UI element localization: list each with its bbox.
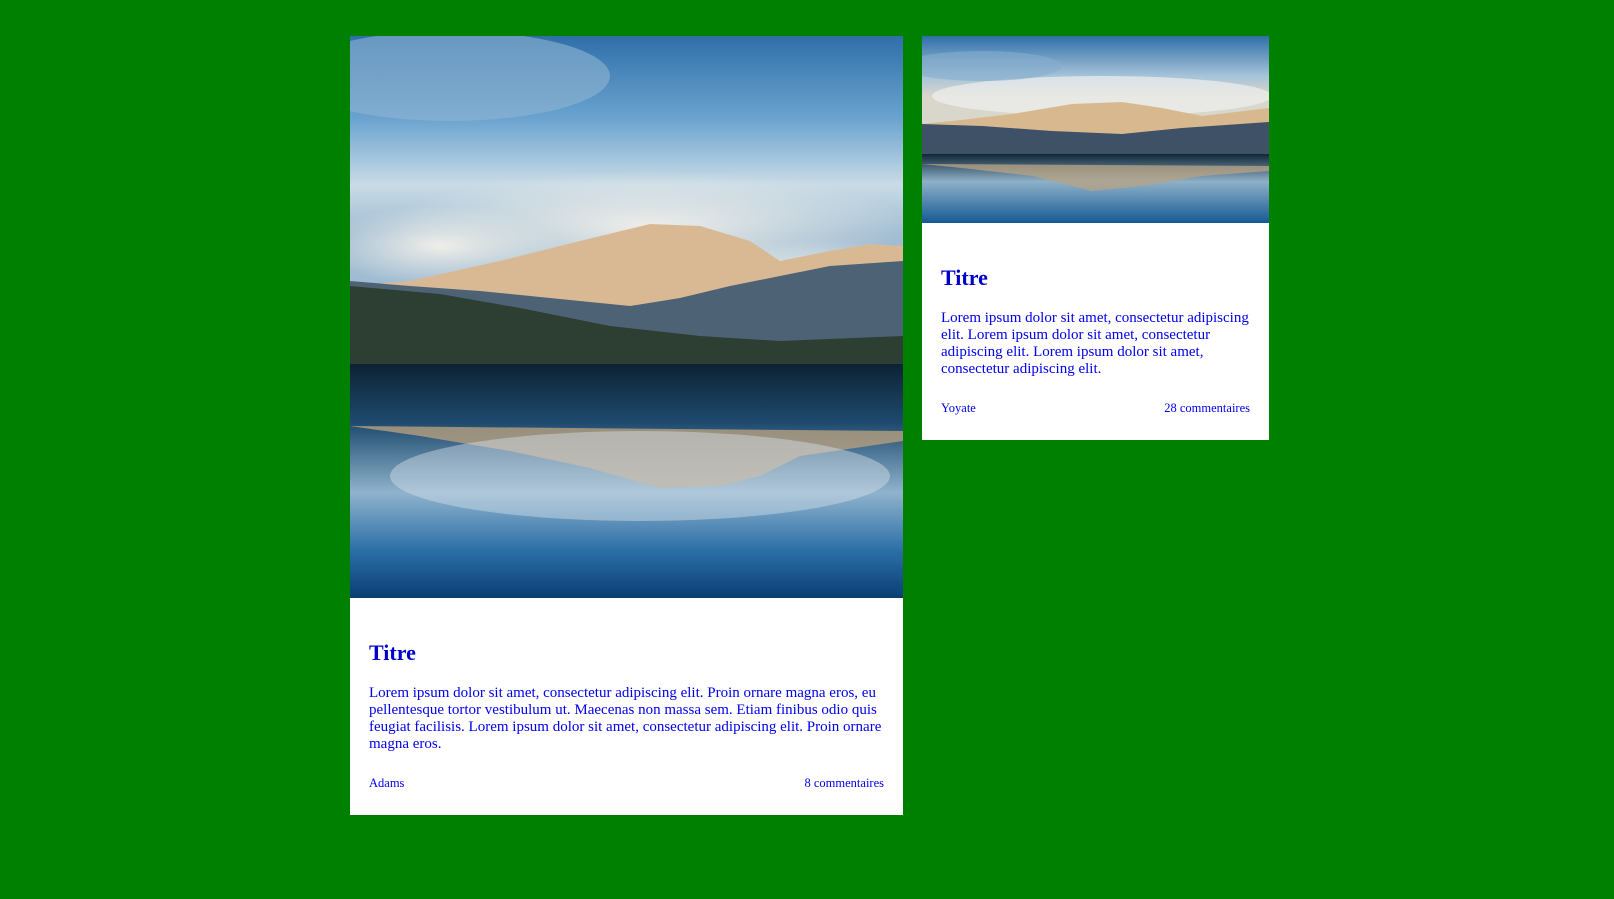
card-author: Yoyate bbox=[941, 401, 976, 415]
mountain-lake-image bbox=[922, 36, 1269, 223]
card-author: Adams bbox=[369, 776, 405, 790]
card-text: Lorem ipsum dolor sit amet, consectetur … bbox=[369, 685, 882, 752]
card-footer: Adams 8 commentaires bbox=[369, 753, 884, 790]
article-card: Titre Lorem ipsum dolor sit amet, consec… bbox=[922, 36, 1269, 440]
card-title: Titre bbox=[941, 265, 988, 290]
card-image bbox=[922, 36, 1269, 223]
mountain-lake-image bbox=[350, 36, 903, 598]
article-card: Titre Lorem ipsum dolor sit amet, consec… bbox=[350, 36, 903, 815]
card-image bbox=[350, 36, 903, 598]
card-comments[interactable]: 28 commentaires bbox=[1164, 401, 1250, 415]
card-title: Titre bbox=[369, 640, 416, 665]
card-footer: Yoyate 28 commentaires bbox=[941, 378, 1250, 415]
card-comments[interactable]: 8 commentaires bbox=[805, 776, 885, 790]
card-text: Lorem ipsum dolor sit amet, consectetur … bbox=[941, 310, 1249, 377]
